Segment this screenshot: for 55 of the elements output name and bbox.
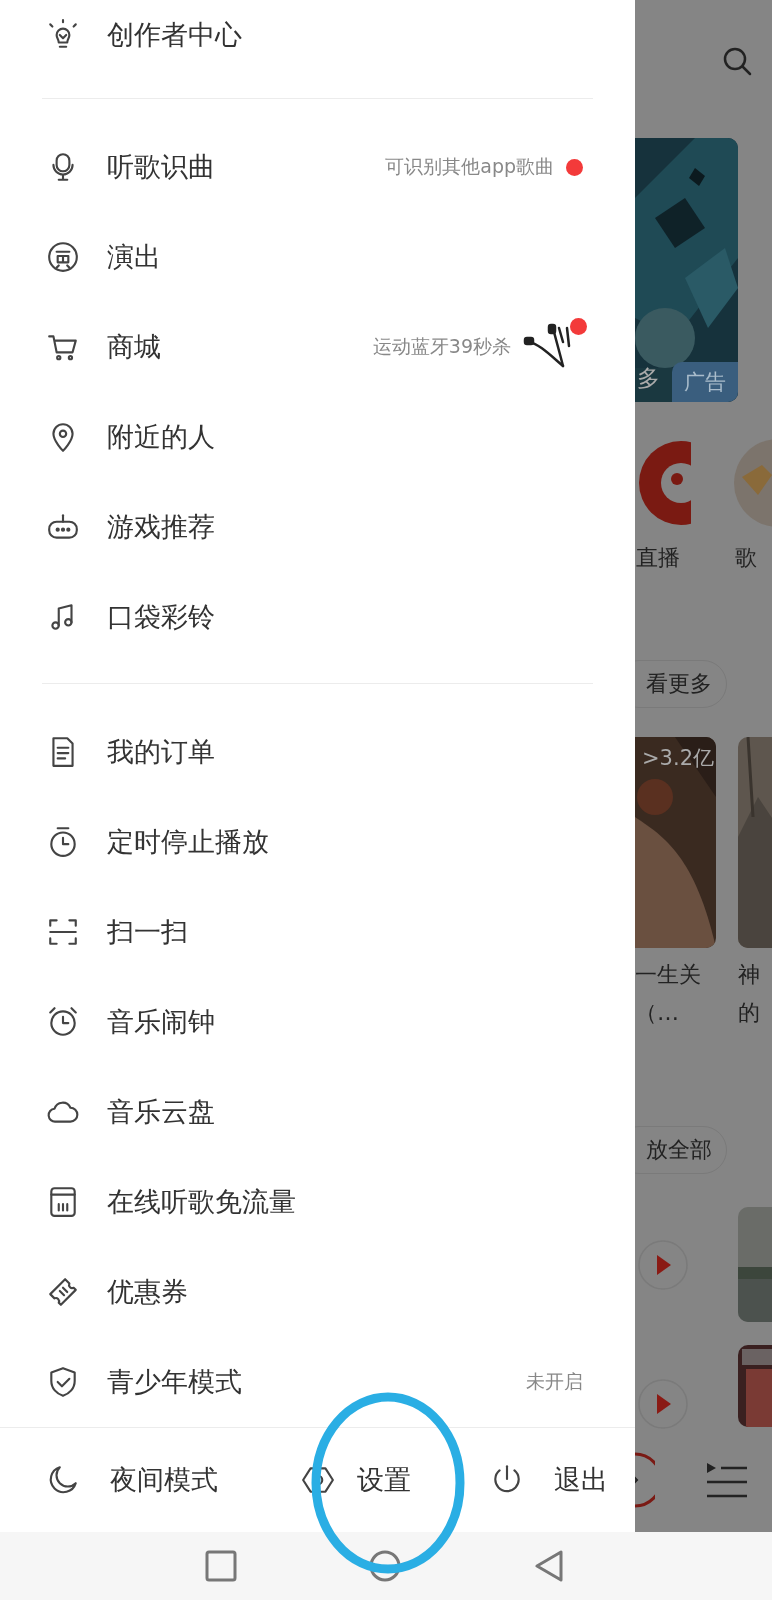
- menu-label: 扫一扫: [107, 915, 188, 949]
- play-icon[interactable]: [637, 1239, 689, 1291]
- menu-label: 附近的人: [107, 420, 215, 454]
- menu-label: 游戏推荐: [107, 510, 215, 544]
- banner-caption: 多: [637, 364, 660, 393]
- menu-item[interactable]: 优惠券: [0, 1247, 635, 1337]
- play-icon[interactable]: [637, 1378, 689, 1430]
- search-icon[interactable]: [721, 45, 753, 77]
- playlist-title: 神: [738, 961, 760, 989]
- menu-note: 未开启: [526, 1369, 583, 1394]
- menu-label: 我的订单: [107, 735, 215, 769]
- menu-note: 运动蓝牙39秒杀: [372, 334, 511, 359]
- playlist-title: 一生关: [635, 961, 701, 989]
- alarm-icon: [46, 1005, 80, 1039]
- menu-label: 听歌识曲: [107, 150, 215, 184]
- menu-item[interactable]: 青少年模式 未开启: [0, 1337, 635, 1427]
- play-count: >3.2亿: [642, 745, 714, 772]
- shortcut-label: 直播: [636, 544, 680, 572]
- bottom-action[interactable]: 设置: [301, 1462, 490, 1498]
- home-icon[interactable]: [369, 1550, 401, 1582]
- menu-item[interactable]: 口袋彩铃: [0, 572, 635, 662]
- menu-item[interactable]: 听歌识曲 可识别其他app歌曲: [0, 122, 635, 212]
- menu-item[interactable]: 附近的人: [0, 392, 635, 482]
- menu-item[interactable]: 扫一扫: [0, 887, 635, 977]
- ticket-icon: [46, 240, 80, 274]
- menu-item[interactable]: 音乐云盘: [0, 1067, 635, 1157]
- menu-label: 定时停止播放: [107, 825, 269, 859]
- menu-label: 口袋彩铃: [107, 600, 215, 634]
- coupon-icon: [46, 1275, 80, 1309]
- back-icon[interactable]: [533, 1550, 565, 1582]
- playlist-title: （…: [635, 999, 679, 1027]
- menu-item[interactable]: 游戏推荐: [0, 482, 635, 572]
- bottom-action[interactable]: 退出: [490, 1462, 608, 1498]
- menu-item[interactable]: 定时停止播放: [0, 797, 635, 887]
- menu-item[interactable]: 演出: [0, 212, 635, 302]
- menu-label: 商城: [107, 330, 161, 364]
- menu-item[interactable]: 我的订单: [0, 707, 635, 797]
- bottom-action[interactable]: 夜间模式: [46, 1462, 301, 1498]
- recents-icon[interactable]: [205, 1550, 237, 1582]
- menu-label: 音乐云盘: [107, 1095, 215, 1129]
- menu-item[interactable]: 音乐闹钟: [0, 977, 635, 1067]
- menu-label: 在线听歌免流量: [107, 1185, 296, 1219]
- menu-label: 创作者中心: [107, 18, 242, 52]
- playlist-icon[interactable]: [705, 1460, 749, 1500]
- menu-label: 青少年模式: [107, 1365, 242, 1399]
- menu-item[interactable]: 商城 运动蓝牙39秒杀: [0, 302, 635, 392]
- menu-note: 可识别其他app歌曲: [385, 154, 554, 179]
- menu-item[interactable]: 在线听歌免流量: [0, 1157, 635, 1247]
- menu-item[interactable]: 创作者中心: [0, 0, 635, 70]
- playlist-title: 的: [738, 999, 760, 1027]
- menu-label: 音乐闹钟: [107, 1005, 215, 1039]
- ad-badge: 广告: [672, 362, 738, 402]
- menu-label: 演出: [107, 240, 161, 274]
- menu-label: 优惠券: [107, 1275, 188, 1309]
- shortcut-label: 歌: [735, 544, 757, 572]
